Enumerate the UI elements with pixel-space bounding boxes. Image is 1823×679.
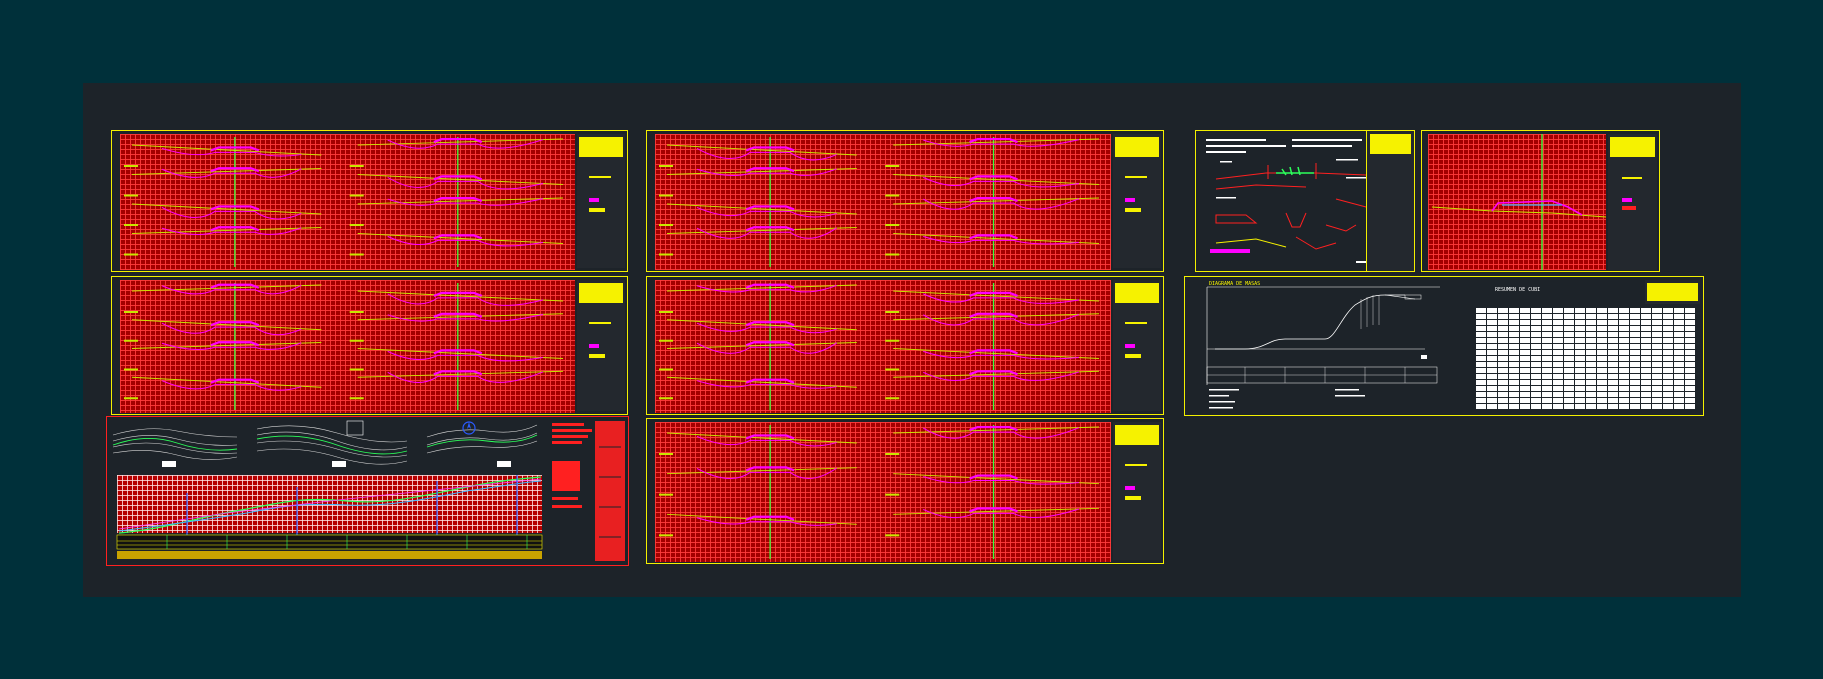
station-label bbox=[349, 311, 364, 313]
station-label bbox=[885, 397, 900, 400]
cross-section-sheet[interactable] bbox=[111, 130, 628, 272]
station-label bbox=[349, 397, 364, 400]
terrain-profile bbox=[923, 476, 1080, 485]
station-label bbox=[659, 368, 673, 371]
profile-drawing bbox=[116, 421, 625, 561]
terrain-profile bbox=[923, 371, 1080, 381]
terrain-profile bbox=[696, 467, 838, 479]
station-label bbox=[349, 165, 364, 167]
station-label bbox=[885, 493, 900, 496]
station-label bbox=[349, 253, 364, 256]
station-label bbox=[885, 368, 900, 371]
station-label bbox=[349, 194, 364, 197]
station-label bbox=[885, 311, 900, 313]
station-label bbox=[124, 165, 138, 167]
station-label bbox=[124, 397, 138, 400]
station-label bbox=[885, 339, 900, 342]
cross-section-sheet[interactable] bbox=[646, 276, 1164, 415]
mass-diagram-sheet[interactable]: DIAGRAMA DE MASAS RESUMEN DE CUBI bbox=[1184, 276, 1704, 416]
station-label bbox=[349, 224, 364, 226]
station-label bbox=[885, 194, 900, 197]
titleblock bbox=[577, 134, 625, 268]
terrain-profile bbox=[387, 371, 544, 383]
terrain-profile bbox=[696, 380, 837, 389]
terrain-profile bbox=[922, 198, 1080, 210]
cross-sections-drawing bbox=[124, 137, 564, 267]
details-titleblock-sheet bbox=[1366, 130, 1415, 272]
station-label bbox=[124, 368, 138, 371]
titleblock-header bbox=[579, 137, 623, 157]
plan-title-strip bbox=[595, 421, 625, 561]
titleblock bbox=[1645, 280, 1700, 304]
cross-sections-drawing bbox=[659, 425, 1100, 559]
terrain-profile bbox=[923, 350, 1080, 360]
station-label bbox=[349, 368, 364, 371]
titleblock bbox=[1113, 134, 1161, 268]
volume-summary-table bbox=[1475, 307, 1695, 409]
volume-table-title: RESUMEN DE CUBI bbox=[1495, 287, 1541, 293]
cross-sections-drawing bbox=[124, 283, 564, 410]
station-label bbox=[124, 253, 138, 256]
station-label bbox=[659, 194, 673, 197]
station-label bbox=[124, 311, 138, 313]
station-label bbox=[659, 253, 673, 256]
station-label bbox=[349, 339, 364, 342]
titleblock-header bbox=[1115, 283, 1159, 303]
station-label bbox=[885, 253, 900, 256]
terrain-profile bbox=[696, 517, 837, 526]
station-label bbox=[124, 224, 138, 226]
plan-profile-sheet[interactable] bbox=[106, 416, 629, 566]
titleblock-header bbox=[579, 283, 623, 303]
terrain-profile bbox=[922, 427, 1080, 439]
station-label bbox=[659, 339, 673, 342]
station-label bbox=[885, 453, 900, 455]
plan-legend bbox=[552, 423, 592, 508]
cross-section-sheet-single[interactable] bbox=[1421, 130, 1660, 272]
station-label bbox=[659, 311, 673, 313]
cross-sections-drawing bbox=[659, 283, 1100, 410]
cross-section-sheet[interactable] bbox=[646, 418, 1164, 564]
station-label bbox=[659, 224, 673, 226]
titleblock-header bbox=[1115, 137, 1159, 157]
cad-model-space[interactable]: DIAGRAMA DE MASAS RESUMEN DE CUBI bbox=[0, 0, 1823, 679]
titleblock-header bbox=[1115, 425, 1159, 445]
terrain-profile bbox=[387, 176, 544, 190]
cross-sections-drawing bbox=[659, 137, 1100, 267]
station-label bbox=[885, 165, 900, 167]
terrain-profile bbox=[923, 508, 1080, 519]
titleblock bbox=[1113, 422, 1161, 560]
profile-guitar-table bbox=[116, 534, 543, 550]
terrain-profile bbox=[922, 313, 1080, 326]
cross-section-sheet[interactable] bbox=[111, 276, 628, 415]
station-label bbox=[659, 493, 673, 496]
station-label bbox=[659, 453, 673, 455]
station-label bbox=[885, 224, 900, 226]
terrain-profile bbox=[387, 293, 544, 306]
station-label bbox=[124, 339, 138, 342]
profile-bottom-band bbox=[117, 551, 542, 559]
station-label bbox=[885, 534, 900, 537]
station-label bbox=[659, 534, 673, 537]
station-label bbox=[124, 194, 138, 197]
titleblock bbox=[1113, 280, 1161, 411]
terrain-profile bbox=[696, 342, 838, 354]
terrain-profile bbox=[387, 139, 544, 149]
terrain-profile bbox=[161, 147, 302, 157]
station-label bbox=[659, 397, 673, 400]
titleblock bbox=[1608, 134, 1657, 270]
cross-section-sheet[interactable] bbox=[646, 130, 1164, 272]
titleblock bbox=[577, 280, 625, 411]
terrain-profile bbox=[696, 227, 838, 239]
terrain-profile bbox=[923, 235, 1080, 245]
station-label bbox=[659, 165, 673, 167]
